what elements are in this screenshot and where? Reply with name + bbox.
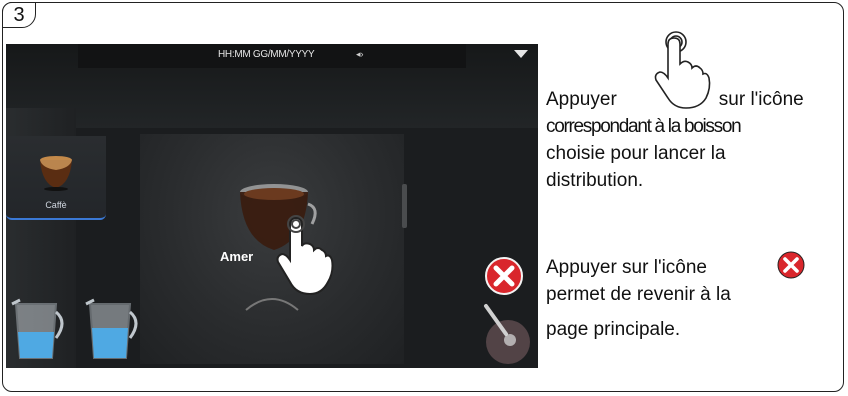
instruction-text: permet de revenir à la — [546, 284, 731, 305]
status-time: HH:MM GG/MM/YYYY — [218, 49, 315, 60]
instruction-return-home: Appuyer sur l'icône permet de revenir à … — [546, 254, 842, 343]
close-x-icon[interactable] — [484, 256, 524, 296]
spoon-arc-icon — [245, 298, 299, 311]
speaker-icon[interactable]: ◂› — [356, 49, 364, 60]
instruction-text: choisie pour lancer la — [546, 143, 726, 164]
instruction-text: page principale. — [546, 319, 681, 340]
selected-drink-label: Amer — [220, 249, 254, 264]
milk-pitcher-icon[interactable] — [6, 294, 70, 364]
instruction-text: Appuyer sur l'icône — [546, 257, 707, 278]
steam-wand-icon[interactable] — [470, 300, 536, 366]
water-pitcher-icon[interactable] — [80, 294, 144, 364]
carousel-scrollbar[interactable] — [402, 184, 407, 228]
espresso-cup-icon — [40, 156, 72, 191]
status-bar: HH:MM GG/MM/YYYY ◂› — [78, 44, 466, 68]
instruction-text: distribution. — [546, 170, 644, 191]
instruction-text: Appuyer — [546, 89, 617, 110]
step-number-badge: 3 — [2, 2, 36, 28]
instruction-text: correspondant à la boisson — [546, 116, 742, 137]
machine-screen: HH:MM GG/MM/YYYY ◂› ‹ Caffè Amer — [6, 44, 538, 368]
drink-tile-label: Caffè — [45, 200, 67, 210]
drink-tile-caffe[interactable]: Caffè — [6, 136, 106, 220]
tap-hand-icon — [276, 215, 334, 296]
chevron-down-icon[interactable] — [514, 50, 528, 58]
instruction-text: sur l'icône — [718, 89, 804, 110]
instruction-select-drink: Appuyer sur l'icône correspondant à la bo… — [546, 86, 842, 194]
